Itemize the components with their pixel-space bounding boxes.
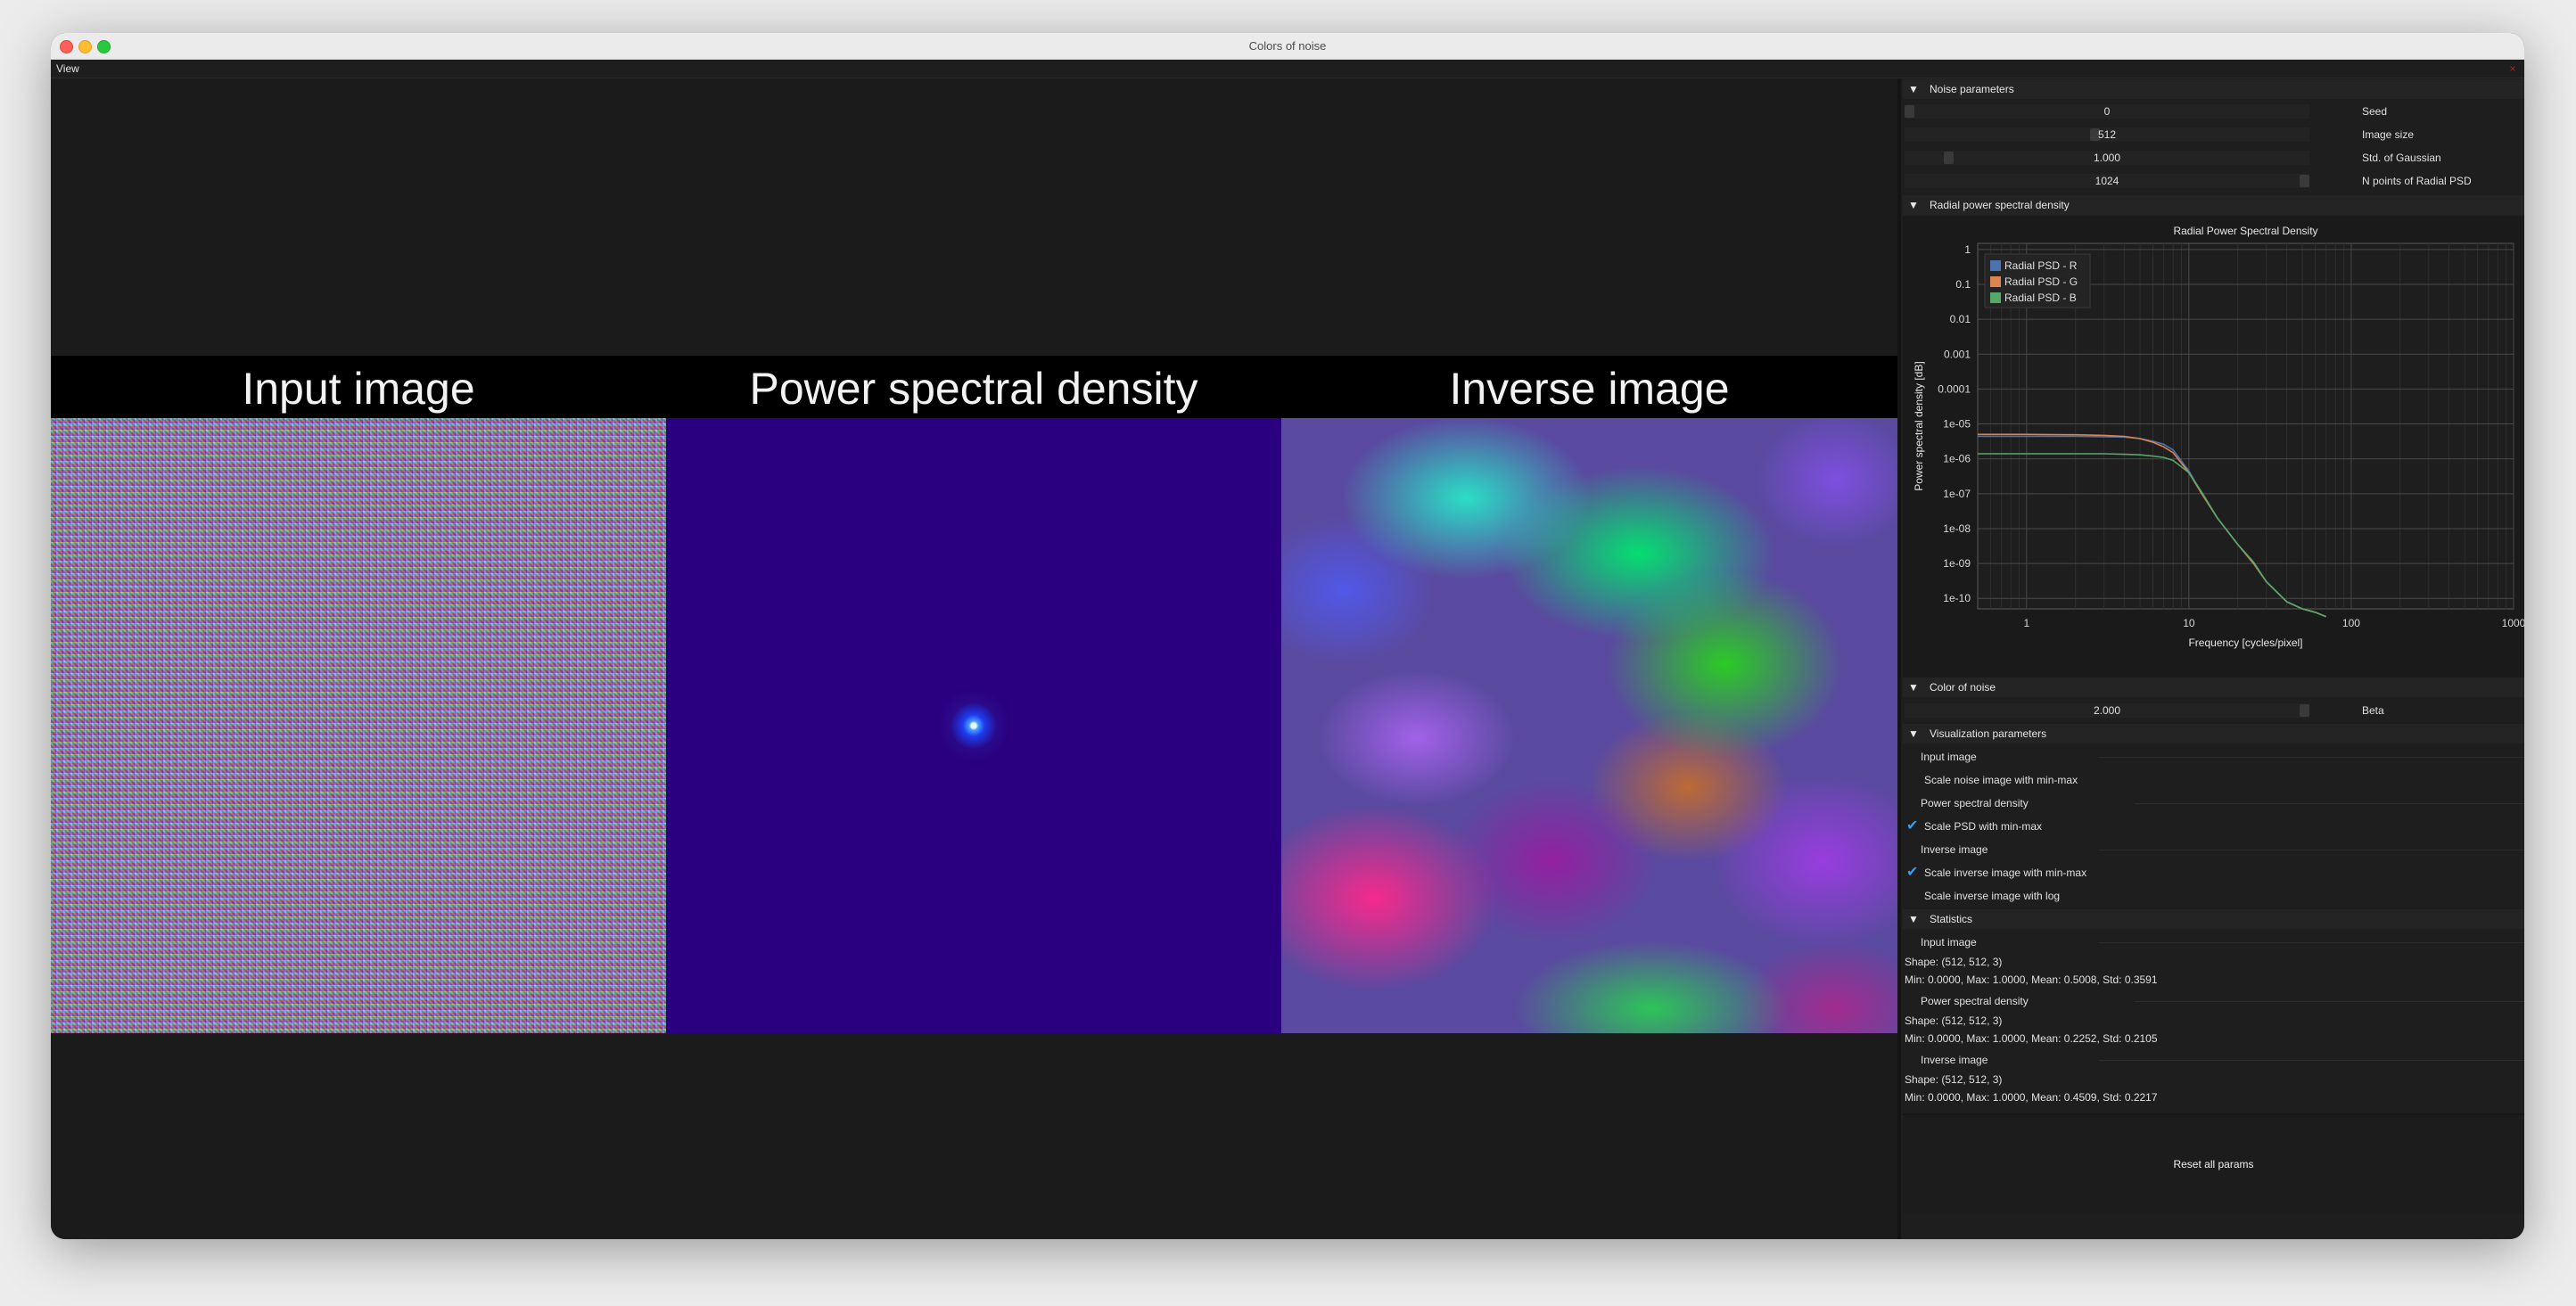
scale-inverse-minmax-checkbox[interactable]: ✔ Scale inverse image with min-max [1903,863,2524,883]
stats-input-shape: Shape: (512, 512, 3) [1903,953,2524,971]
stat-text: Shape: (512, 512, 3) [1905,1014,2003,1027]
visualization-parameters-header[interactable]: ▼ Visualization parameters [1903,724,2524,743]
group-label: Inverse image [1921,843,1988,856]
group-label: Input image [1921,751,1977,763]
checkmark-icon: ✔ [1906,865,1919,880]
y-tick-label: 1e-09 [1943,557,1971,570]
collapse-arrow-icon: ▼ [1908,727,1919,740]
checkmark-icon: ✔ [1906,818,1919,834]
stats-psd-values: Min: 0.0000, Max: 1.0000, Mean: 0.2252, … [1903,1030,2524,1047]
collapse-arrow-icon: ▼ [1908,913,1919,925]
checkbox-icon [1906,771,1922,789]
y-axis-label: Power spectral density [dB] [1913,361,1925,490]
noise-parameters-header[interactable]: ▼ Noise parameters [1903,79,2524,99]
image-size-value: 512 [2097,128,2117,141]
seed-label: Seed [2362,105,2388,118]
stat-text: Min: 0.0000, Max: 1.0000, Mean: 0.2252, … [1905,1032,2158,1045]
radial-psd-header[interactable]: ▼ Radial power spectral density [1903,195,2524,215]
section-title: Noise parameters [1930,83,2014,95]
legend-label: Radial PSD - B [2004,292,2077,304]
chart-title: Radial Power Spectral Density [2173,225,2317,237]
y-tick-label: 1e-10 [1943,592,1971,604]
y-tick-label: 0.01 [1950,313,1971,325]
group-label: Inverse image [1921,1054,1988,1066]
beta-value: 2.000 [2093,704,2121,717]
collapse-arrow-icon: ▼ [1908,681,1919,694]
psd-caption: Power spectral density [749,364,1198,414]
separator [2099,757,2524,758]
radial-psd-chart[interactable]: 1 10 100 1000 1 0.1 0.01 0.001 0.0001 1e-05 1e-06 1… [1903,217,2524,684]
collapse-arrow-icon: ▼ [1908,199,1919,211]
inverse-image-caption: Inverse image [1449,364,1730,414]
group-label: Power spectral density [1921,797,2029,809]
separator [2135,1001,2524,1002]
stat-text: Shape: (512, 512, 3) [1905,956,2003,968]
collapse-arrow-icon: ▼ [1908,83,1919,95]
inverse-image [1281,418,1897,1033]
input-image-caption: Input image [242,364,475,414]
psd-image [666,418,1281,1033]
x-tick-label: 1 [2023,617,2029,629]
stat-text: Min: 0.0000, Max: 1.0000, Mean: 0.5008, … [1905,973,2158,986]
section-title: Radial power spectral density [1930,199,2070,211]
y-tick-label: 1e-06 [1943,453,1971,465]
beta-slider-row: 2.000 Beta [1903,701,2524,720]
x-tick-label: 10 [2183,617,2195,629]
image-size-slider-row: 512 Image size [1903,125,2524,144]
checkbox-label: Scale inverse image with min-max [1924,867,2087,879]
separator [2135,803,2524,804]
std-gaussian-slider-row: 1.000 Std. of Gaussian [1903,148,2524,168]
window-content: Input image Power spectral density Inver… [51,33,2524,1239]
scale-psd-minmax-checkbox[interactable]: ✔ Scale PSD with min-max [1903,817,2524,836]
stats-psd-shape: Shape: (512, 512, 3) [1903,1012,2524,1030]
checkbox-label: Scale PSD with min-max [1924,820,2043,833]
scale-inverse-log-checkbox[interactable]: Scale inverse image with log [1903,886,2524,906]
legend-swatch [1990,292,2001,303]
seed-value: 0 [2103,105,2111,118]
stat-text: Shape: (512, 512, 3) [1905,1073,2003,1086]
std-gaussian-label: Std. of Gaussian [2362,152,2441,164]
legend-swatch [1990,260,2001,271]
seed-slider-row: 0 Seed [1903,102,2524,121]
beta-label: Beta [2362,704,2384,717]
reset-all-params-button[interactable]: Reset all params [1903,1115,2524,1213]
separator [2099,1060,2524,1061]
stats-input-values: Min: 0.0000, Max: 1.0000, Mean: 0.5008, … [1903,971,2524,989]
y-tick-label: 0.001 [1944,348,1971,360]
group-label: Input image [1921,936,1977,949]
y-tick-label: 1e-07 [1943,488,1971,500]
group-label: Power spectral density [1921,995,2029,1007]
section-title: Color of noise [1930,681,1996,694]
section-title: Visualization parameters [1930,727,2047,740]
separator [2099,942,2524,943]
x-tick-label: 1000 [2502,617,2524,629]
legend-label: Radial PSD - G [2004,275,2078,288]
checkbox-label: Scale noise image with min-max [1924,774,2078,786]
input-image [51,418,666,1033]
statistics-header[interactable]: ▼ Statistics [1903,909,2524,929]
std-gaussian-value: 1.000 [2093,152,2121,164]
legend-label: Radial PSD - R [2004,259,2078,272]
y-tick-label: 0.1 [1955,278,1971,291]
stat-text: Min: 0.0000, Max: 1.0000, Mean: 0.4509, … [1905,1091,2158,1104]
x-tick-label: 100 [2342,617,2360,629]
checkbox-label: Scale inverse image with log [1924,890,2061,902]
y-tick-label: 1 [1964,243,1971,256]
n-points-label: N points of Radial PSD [2362,175,2472,187]
color-of-noise-header[interactable]: ▼ Color of noise [1903,678,2524,697]
n-points-slider-row: 1024 N points of Radial PSD [1903,171,2524,191]
checkbox-icon [1906,887,1922,905]
stats-inverse-values: Min: 0.0000, Max: 1.0000, Mean: 0.4509, … [1903,1088,2524,1106]
y-tick-label: 0.0001 [1938,382,1971,395]
legend-swatch [1990,276,2001,287]
y-tick-label: 1e-05 [1943,418,1971,431]
stats-inverse-shape: Shape: (512, 512, 3) [1903,1071,2524,1088]
image-size-label: Image size [2362,128,2415,141]
section-title: Statistics [1930,913,1973,925]
y-tick-label: 1e-08 [1943,522,1971,535]
n-points-value: 1024 [2095,175,2119,187]
scale-noise-minmax-checkbox[interactable]: Scale noise image with min-max [1903,770,2524,790]
x-axis-label: Frequency [cycles/pixel] [2188,637,2302,649]
